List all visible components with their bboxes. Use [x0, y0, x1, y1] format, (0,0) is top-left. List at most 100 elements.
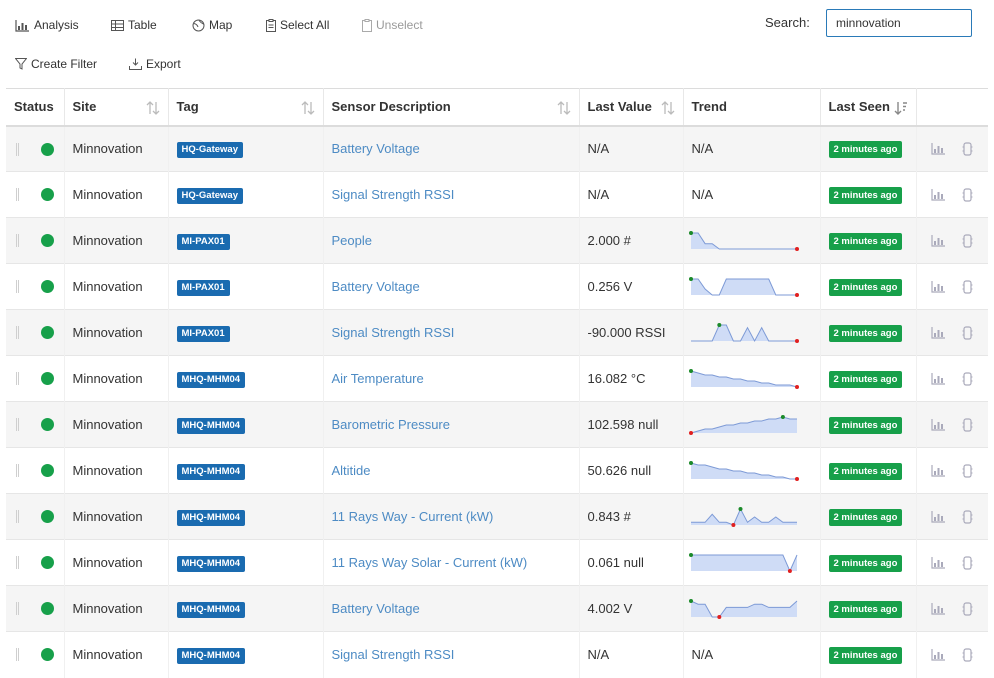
last-seen-cell: 2 minutes ago: [820, 309, 917, 356]
device-icon[interactable]: [962, 187, 973, 202]
chart-icon[interactable]: [930, 372, 946, 385]
tag-badge[interactable]: MHQ-MHM04: [176, 555, 246, 572]
create-filter-button[interactable]: Create Filter: [15, 57, 97, 71]
device-icon[interactable]: [962, 233, 973, 248]
drag-handle-icon[interactable]: [16, 188, 19, 201]
table-row[interactable]: Minnovation MHQ-MHM04 11 Rays Way Solar - …: [6, 539, 988, 586]
table-row[interactable]: Minnovation HQ-Gateway Battery Voltage N/A N…: [6, 125, 988, 172]
chart-icon[interactable]: [930, 188, 946, 201]
device-icon[interactable]: [962, 142, 973, 156]
tag-badge[interactable]: MI-PAX01: [176, 325, 230, 342]
col-header-last-seen[interactable]: Last Seen: [820, 88, 917, 127]
description-cell: Battery Voltage: [323, 585, 580, 632]
table-row[interactable]: Minnovation MI-PAX01 Battery Voltage 0.256 …: [6, 263, 988, 310]
drag-handle-icon[interactable]: [16, 602, 19, 615]
sensor-description-link[interactable]: People: [332, 233, 372, 248]
device-icon[interactable]: [962, 325, 973, 340]
table-row[interactable]: Minnovation MHQ-MHM04 Altitide 50.626 null 2…: [6, 447, 988, 494]
table-row[interactable]: Minnovation HQ-Gateway Signal Strength RSS…: [6, 171, 988, 218]
sensor-description-link[interactable]: Battery Voltage: [332, 601, 420, 616]
chart-icon[interactable]: [930, 142, 946, 155]
trend-max-point: [716, 322, 721, 327]
drag-handle-icon[interactable]: [16, 326, 19, 339]
drag-handle-icon[interactable]: [16, 556, 19, 569]
chart-icon[interactable]: [930, 418, 946, 431]
chart-icon[interactable]: [930, 602, 946, 615]
export-button[interactable]: Export: [129, 57, 181, 71]
tag-badge[interactable]: MHQ-MHM04: [176, 463, 246, 480]
drag-handle-icon[interactable]: [16, 464, 19, 477]
sensor-description-link[interactable]: 11 Rays Way Solar - Current (kW): [332, 555, 528, 570]
tag-badge[interactable]: MI-PAX01: [176, 233, 230, 250]
drag-handle-icon[interactable]: [16, 280, 19, 293]
sensor-description-link[interactable]: Barometric Pressure: [332, 417, 450, 432]
chart-icon[interactable]: [930, 556, 946, 569]
tag-badge[interactable]: MHQ-MHM04: [176, 417, 246, 434]
table-row[interactable]: Minnovation MHQ-MHM04 Air Temperature 16.08…: [6, 355, 988, 402]
drag-handle-icon[interactable]: [16, 510, 19, 523]
tag-badge[interactable]: HQ-Gateway: [176, 141, 243, 158]
col-header-last-value[interactable]: Last Value: [579, 88, 684, 127]
col-header-status[interactable]: Status: [6, 88, 65, 127]
tag-badge[interactable]: MHQ-MHM04: [176, 601, 246, 618]
site-name: Minnovation: [72, 417, 143, 432]
col-header-site[interactable]: Site: [64, 88, 169, 127]
site-name: Minnovation: [72, 279, 143, 294]
status-dot: [41, 188, 54, 201]
table-row[interactable]: Minnovation MHQ-MHM04 Barometric Pressure 1…: [6, 401, 988, 448]
tag-badge[interactable]: MHQ-MHM04: [176, 509, 246, 526]
tag-badge[interactable]: MHQ-MHM04: [176, 371, 246, 388]
site-cell: Minnovation: [64, 309, 169, 356]
table-button[interactable]: Table: [111, 18, 157, 32]
last-seen-cell: 2 minutes ago: [820, 493, 917, 540]
chart-icon[interactable]: [930, 280, 946, 293]
table-row[interactable]: Minnovation MHQ-MHM04 Signal Strength RSSI…: [6, 631, 988, 678]
tag-badge[interactable]: HQ-Gateway: [176, 187, 243, 204]
sensor-description-link[interactable]: Battery Voltage: [332, 279, 420, 294]
last-seen-badge: 2 minutes ago: [828, 186, 903, 204]
last-value: N/A: [587, 647, 610, 663]
device-icon[interactable]: [962, 648, 973, 662]
status-dot: [41, 372, 54, 385]
map-button[interactable]: Map: [192, 18, 232, 32]
device-icon[interactable]: [962, 601, 973, 616]
drag-handle-icon[interactable]: [16, 142, 19, 156]
select-all-button[interactable]: Select All: [266, 18, 329, 32]
chart-icon[interactable]: [930, 326, 946, 339]
drag-handle-icon[interactable]: [16, 372, 19, 385]
device-icon[interactable]: [962, 509, 973, 524]
sensor-description-link[interactable]: Air Temperature: [332, 371, 424, 386]
table-row[interactable]: Minnovation MI-PAX01 People 2.000 # 2 minute…: [6, 217, 988, 264]
drag-handle-icon[interactable]: [16, 234, 19, 247]
drag-handle-icon[interactable]: [16, 648, 19, 661]
table-row[interactable]: Minnovation MHQ-MHM04 Battery Voltage 4.002…: [6, 585, 988, 632]
sensor-description-link[interactable]: Signal Strength RSSI: [332, 647, 455, 662]
chart-icon[interactable]: [930, 648, 946, 661]
device-icon[interactable]: [962, 463, 973, 478]
chart-icon[interactable]: [930, 464, 946, 477]
sensor-description-link[interactable]: Battery Voltage: [332, 141, 420, 156]
drag-handle-icon[interactable]: [16, 418, 19, 431]
unselect-button[interactable]: Unselect: [362, 18, 423, 32]
table-row[interactable]: Minnovation MHQ-MHM04 11 Rays Way - Curren…: [6, 493, 988, 540]
chart-icon[interactable]: [930, 234, 946, 247]
chart-icon[interactable]: [930, 510, 946, 523]
table-header-row: Status Site Tag Sensor Description Last …: [6, 88, 988, 127]
device-icon[interactable]: [962, 555, 973, 570]
last-value: 16.082 °C: [587, 371, 646, 386]
col-header-tag[interactable]: Tag: [168, 88, 324, 127]
table-row[interactable]: Minnovation MI-PAX01 Signal Strength RSSI -…: [6, 309, 988, 356]
analysis-button[interactable]: Analysis: [15, 18, 79, 32]
col-header-description[interactable]: Sensor Description: [323, 88, 580, 127]
tag-badge[interactable]: MHQ-MHM04: [176, 647, 246, 664]
device-icon[interactable]: [962, 417, 973, 432]
trend-cell: [683, 493, 821, 540]
device-icon[interactable]: [962, 371, 973, 386]
tag-badge[interactable]: MI-PAX01: [176, 279, 230, 296]
sensor-description-link[interactable]: Signal Strength RSSI: [332, 187, 455, 202]
sensor-description-link[interactable]: Signal Strength RSSI: [332, 325, 455, 340]
sensor-description-link[interactable]: Altitide: [332, 463, 371, 478]
device-icon[interactable]: [962, 279, 973, 294]
sensor-description-link[interactable]: 11 Rays Way - Current (kW): [332, 509, 494, 524]
search-input[interactable]: [826, 9, 972, 37]
